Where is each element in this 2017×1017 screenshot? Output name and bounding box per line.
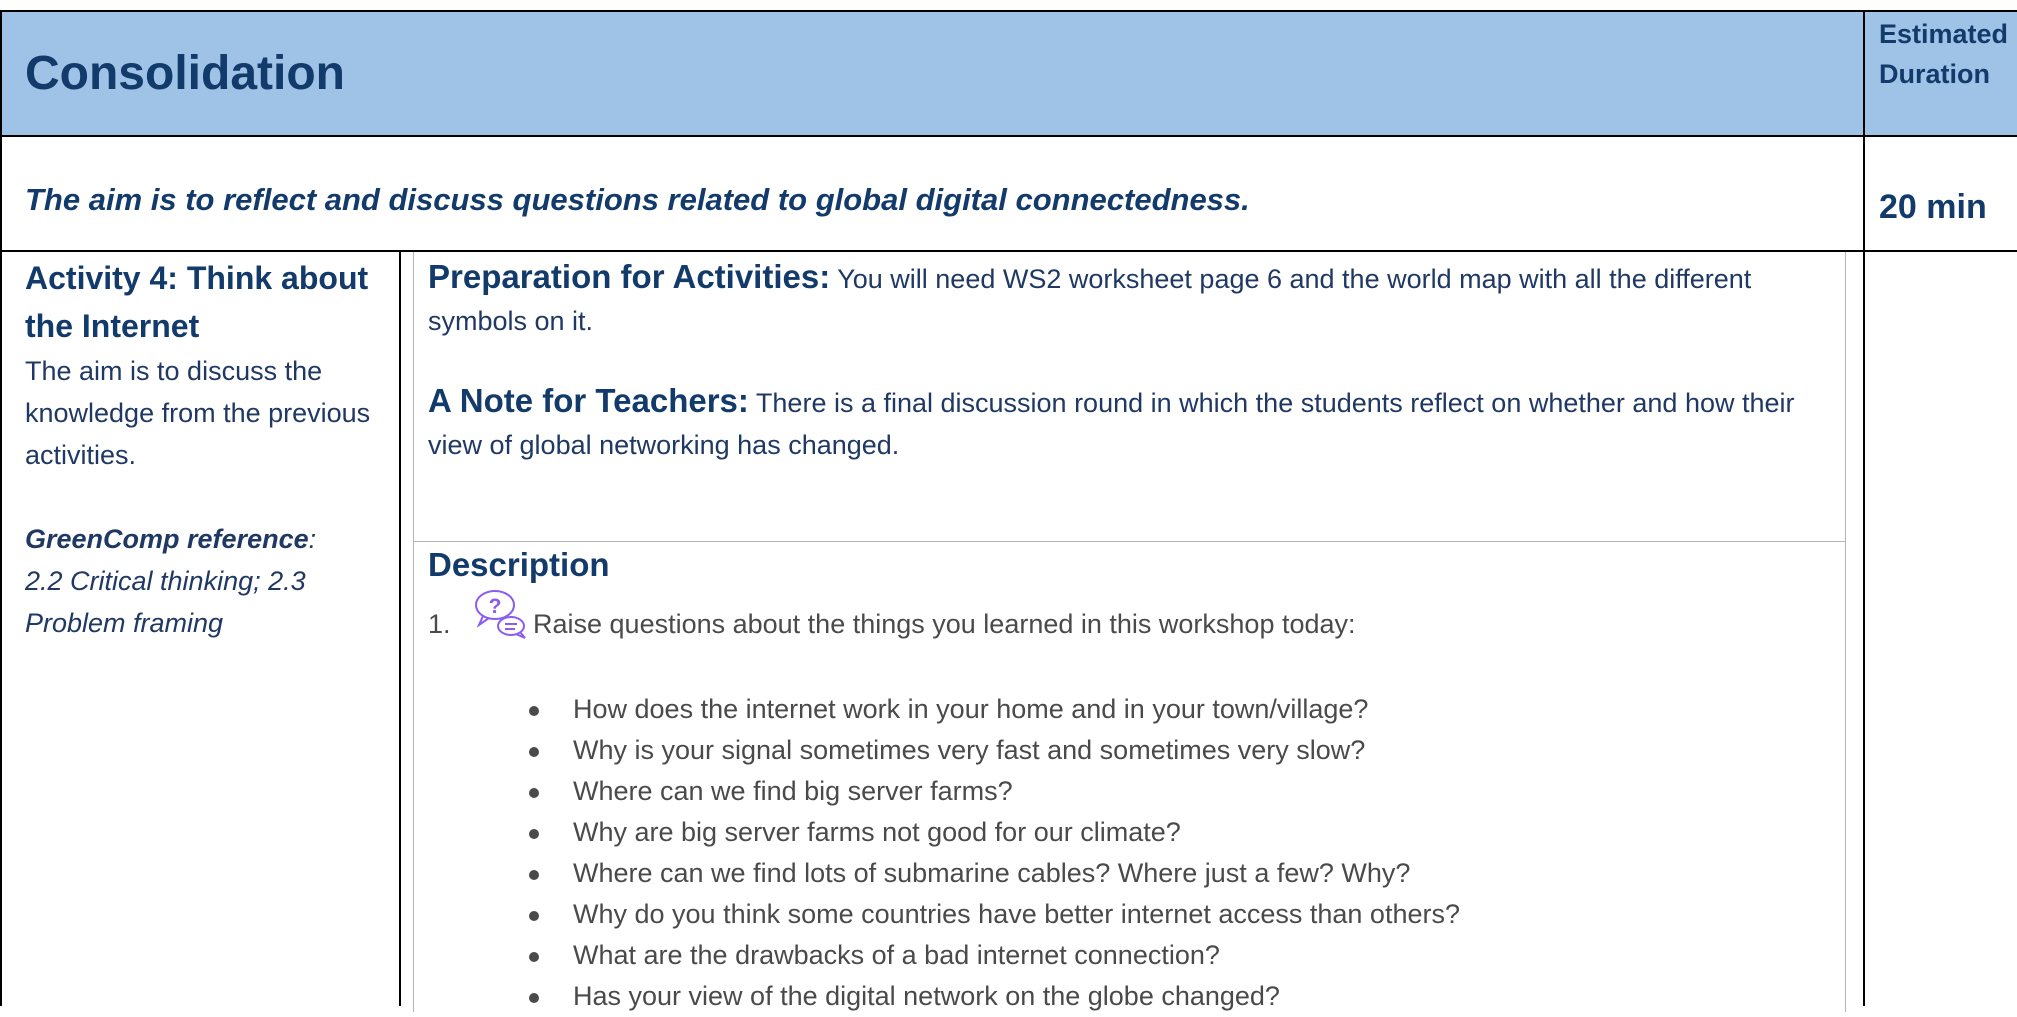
description-heading: Description	[428, 546, 610, 583]
list-item: Why do you think some countries have bet…	[529, 894, 1460, 935]
activity-description: The aim is to discuss the knowledge from…	[25, 356, 371, 470]
duration-value: 20 min	[1879, 188, 1987, 226]
list-item: Where can we find lots of submarine cabl…	[529, 853, 1460, 894]
preparation-heading: Preparation for Activities:	[428, 258, 831, 295]
question-text: How does the internet work in your home …	[573, 694, 1369, 724]
bullet	[529, 870, 539, 880]
list-item: Where can we find big server farms?	[529, 771, 1460, 812]
greencomp-colon: :	[308, 524, 317, 554]
content-section-divider	[413, 541, 1846, 542]
question-text: Where can we find big server farms?	[573, 776, 1013, 806]
duration-label: Estimated Duration	[1879, 19, 2009, 89]
duration-column-divider	[1863, 10, 1865, 1006]
preparation-section: Preparation for Activities: You will nee…	[428, 256, 1838, 342]
bullet	[529, 952, 539, 962]
bullet	[529, 993, 539, 1003]
table-border-left	[0, 10, 2, 1006]
question-list: How does the internet work in your home …	[529, 689, 1460, 1017]
table-border-top	[0, 10, 2017, 12]
list-item: Has your view of the digital network on …	[529, 976, 1460, 1017]
step-text: Raise questions about the things you lea…	[533, 609, 1356, 639]
greencomp-value: 2.2 Critical thinking; 2.3 Problem frami…	[25, 566, 306, 638]
greencomp-reference: GreenComp reference: 2.2 Critical thinkin…	[25, 518, 385, 644]
bullet	[529, 911, 539, 921]
activity-column-divider	[399, 250, 401, 1006]
question-discussion-icon: ?	[473, 588, 529, 640]
list-item: What are the drawbacks of a bad internet…	[529, 935, 1460, 976]
activity-title: Activity 4: Think about the Internet	[25, 260, 369, 344]
bullet	[529, 788, 539, 798]
greencomp-label: GreenComp reference	[25, 524, 309, 554]
question-text: Why is your signal sometimes very fast a…	[573, 735, 1366, 765]
question-text: Why are big server farms not good for ou…	[573, 817, 1181, 847]
list-item: How does the internet work in your home …	[529, 689, 1460, 730]
teacher-note-heading: A Note for Teachers:	[428, 382, 749, 419]
question-text: What are the drawbacks of a bad internet…	[573, 940, 1220, 970]
list-item: Why is your signal sometimes very fast a…	[529, 730, 1460, 771]
step-number: 1.	[428, 609, 451, 639]
svg-text:?: ?	[489, 595, 502, 618]
bullet	[529, 747, 539, 757]
teacher-note-section: A Note for Teachers: There is a final di…	[428, 380, 1838, 466]
list-item: Why are big server farms not good for ou…	[529, 812, 1460, 853]
question-text: Where can we find lots of submarine cabl…	[573, 858, 1411, 888]
question-text: Has your view of the digital network on …	[573, 981, 1280, 1011]
page-title: Consolidation	[25, 47, 345, 100]
bullet	[529, 829, 539, 839]
bullet	[529, 706, 539, 716]
header-divider	[0, 135, 2017, 137]
aim-statement: The aim is to reflect and discuss questi…	[25, 182, 1250, 217]
question-text: Why do you think some countries have bet…	[573, 899, 1460, 929]
